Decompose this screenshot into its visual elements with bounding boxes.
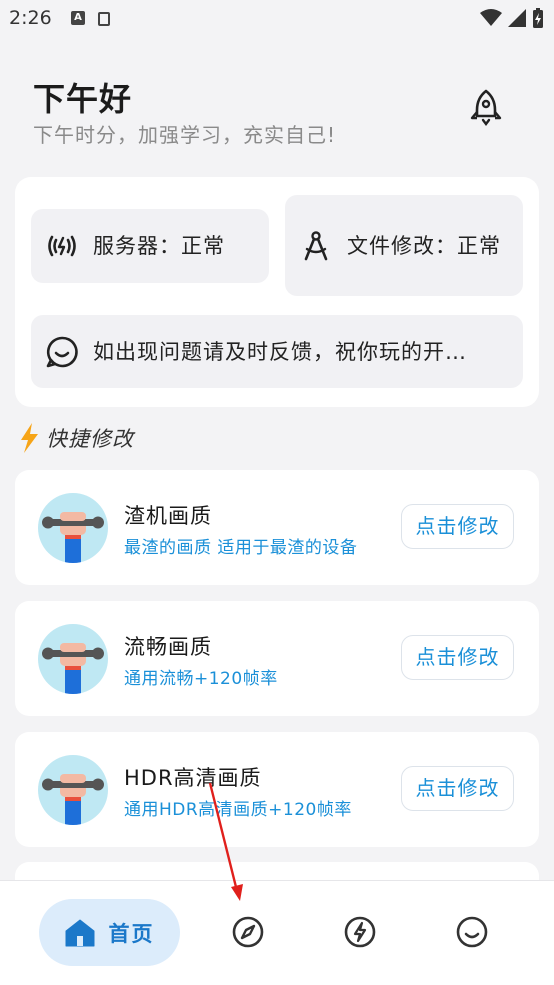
feedback-chip[interactable]: 如出现问题请及时反馈，祝你玩的开… <box>31 315 523 388</box>
quick-edit-title: 快捷修改 <box>46 427 134 451</box>
list-item: 流畅画质 通用流畅+120帧率 点击修改 <box>15 601 539 716</box>
chat-smile-icon <box>46 336 78 367</box>
item-description: 最渣的画质 适用于最渣的设备 <box>124 538 358 558</box>
list-item: 渣机画质 最渣的画质 适用于最渣的设备 点击修改 <box>15 470 539 585</box>
list-item-partial <box>15 862 539 882</box>
home-icon <box>65 919 94 946</box>
signal-icon <box>508 9 526 27</box>
server-signal-icon <box>48 235 76 257</box>
compass-tool-icon <box>304 230 328 260</box>
bottom-nav: 首页 <box>0 880 554 985</box>
modify-button[interactable]: 点击修改 <box>401 766 514 811</box>
modify-button[interactable]: 点击修改 <box>401 635 514 680</box>
compass-icon[interactable] <box>231 915 265 949</box>
greeting-title: 下午好 <box>33 80 133 118</box>
server-status-chip: 服务器：正常 <box>31 209 269 283</box>
feedback-text: 如出现问题请及时反馈，祝你玩的开… <box>93 339 467 364</box>
wrench-fist-icon <box>38 755 108 825</box>
nav-home-tab[interactable]: 首页 <box>39 899 180 966</box>
notification-a-icon: A <box>71 11 85 25</box>
modify-button[interactable]: 点击修改 <box>401 504 514 549</box>
smile-icon[interactable] <box>455 915 489 949</box>
status-card: 服务器：正常 文件修改：正常 如出现问题请及时反馈，祝你玩的开… <box>15 177 539 407</box>
file-status-chip: 文件修改：正常 <box>285 195 523 296</box>
list-item: HDR高清画质 通用HDR高清画质+120帧率 点击修改 <box>15 732 539 847</box>
rocket-icon[interactable] <box>468 88 504 126</box>
greeting-subtitle: 下午时分，加强学习，充实自己! <box>33 123 337 147</box>
item-description: 通用流畅+120帧率 <box>124 669 278 689</box>
battery-icon <box>533 8 543 28</box>
nav-home-label: 首页 <box>108 921 155 946</box>
annotation-arrow <box>208 782 243 901</box>
wrench-fist-icon <box>38 624 108 694</box>
status-bar: 2:26 A <box>0 0 554 38</box>
wrench-fist-icon <box>38 493 108 563</box>
lightning-icon <box>21 423 38 453</box>
item-name: 流畅画质 <box>124 635 212 659</box>
flash-circle-icon[interactable] <box>343 915 377 949</box>
stamp-icon <box>98 12 110 26</box>
file-status-text: 文件修改：正常 <box>347 233 501 258</box>
quick-edit-section-title: 快捷修改 <box>18 422 134 454</box>
status-icons <box>480 8 544 28</box>
server-status-text: 服务器：正常 <box>93 234 225 258</box>
item-name: 渣机画质 <box>124 504 212 528</box>
wifi-icon <box>480 9 502 26</box>
status-time: 2:26 <box>9 7 52 29</box>
